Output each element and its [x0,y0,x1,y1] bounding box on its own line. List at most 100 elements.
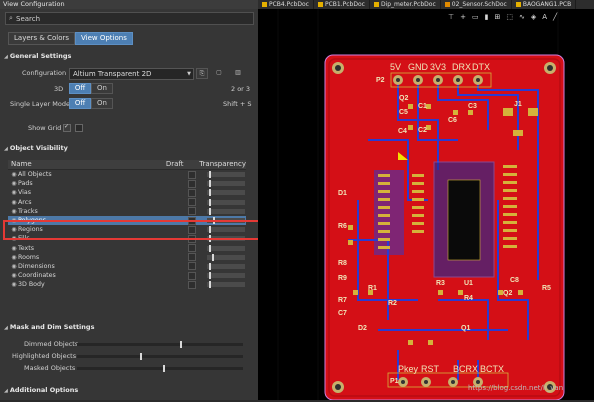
ref-p2: P2 [376,77,385,84]
chart-icon[interactable]: ▮ [485,13,489,21]
grid-settings-button[interactable] [75,124,83,132]
dimmed-objects-slider[interactable] [77,341,243,348]
slider-knob[interactable] [209,272,212,280]
doc-tab-dip-meter[interactable]: Dip_meter.PcbDoc [370,0,441,9]
transparency-slider[interactable] [207,244,245,252]
eye-icon[interactable]: ◉ [8,208,18,215]
table-row[interactable]: ◉ Rooms [8,253,246,262]
transparency-slider[interactable] [207,262,245,270]
ref-p1: P1 [390,378,399,385]
transparency-slider[interactable] [207,207,245,215]
table-row[interactable]: ◉ Tracks [8,207,246,216]
draft-checkbox[interactable] [188,271,196,280]
view-3d-toggle[interactable]: Off On [69,83,113,94]
object-visibility-header[interactable]: ◢ Object Visibility [4,144,68,152]
additional-options-header[interactable]: ◢ Additional Options [4,386,78,394]
table-row[interactable]: ◉ Coordinates [8,271,246,280]
draft-checkbox[interactable] [188,198,196,207]
table-row[interactable]: ◉ 3D Body [8,280,246,289]
polygon-icon[interactable]: ◈ [531,13,536,21]
slider-knob[interactable] [209,244,212,252]
line-icon[interactable]: ╱ [553,13,557,21]
table-row[interactable]: ◉ Pads [8,179,246,188]
eye-icon[interactable]: ◉ [8,180,18,187]
slider-knob[interactable] [179,341,182,348]
eye-icon[interactable]: ◉ [8,189,18,196]
configuration-select[interactable]: Altium Transparent 2D ▼ [69,68,194,80]
single-layer-toggle[interactable]: Off On [69,98,113,109]
eye-icon[interactable]: ◉ [8,281,18,288]
slider-knob[interactable] [209,198,212,206]
table-row[interactable]: ◉ Texts [8,244,246,253]
transparency-slider[interactable] [207,189,245,197]
tab-layers-colors[interactable]: Layers & Colors [8,32,75,45]
slider-knob[interactable] [209,180,212,188]
transparency-slider[interactable] [207,281,245,289]
single-layer-on[interactable]: On [91,98,113,109]
draft-checkbox[interactable] [188,179,196,188]
slider-knob[interactable] [140,353,143,360]
ref-c6: C6 [448,117,457,124]
add-icon[interactable]: + [460,13,466,21]
slider-knob[interactable] [209,281,212,289]
doc-tab-pcb4[interactable]: PCB4.PcbDoc [258,0,314,9]
table-row[interactable]: ◉ All Objects [8,170,246,179]
transparency-slider[interactable] [207,272,245,280]
draft-checkbox[interactable] [188,207,196,216]
view-3d-on[interactable]: On [91,83,113,94]
show-grid-checkbox[interactable]: ✓ [63,123,71,132]
ref-r2: R2 [388,300,397,307]
pcb-canvas[interactable]: 5V GND 3V3 DRX DTX Pkey RST BCRX BCTX P2… [258,0,594,401]
single-layer-off[interactable]: Off [69,98,91,109]
search-input[interactable]: ⌕ Search [5,12,254,25]
ref-u1: U1 [464,280,473,287]
slider-knob[interactable] [209,262,212,270]
slider-knob[interactable] [211,253,214,261]
eye-icon[interactable]: ◉ [8,263,18,270]
slider-knob[interactable] [163,365,166,372]
draft-checkbox[interactable] [188,262,196,271]
eye-icon[interactable]: ◉ [8,272,18,279]
transparency-slider[interactable] [207,198,245,206]
general-settings-header[interactable]: ◢ General Settings [4,52,71,60]
table-row[interactable]: ◉ Dimensions [8,262,246,271]
place-icon[interactable]: ⬚ [506,13,513,21]
object-name: Coordinates [18,272,56,280]
doc-tab-sensor[interactable]: 02_Sensor.SchDoc [441,0,512,9]
doc-tab-pcb1[interactable]: PCB1.PcbDoc [314,0,370,9]
object-name: Tracks [18,207,38,215]
eye-icon[interactable]: ◉ [8,199,18,206]
draft-checkbox[interactable] [188,253,196,262]
transparency-slider[interactable] [207,171,245,179]
doc-tab-baogang[interactable]: BAOGANG1.PCB [512,0,577,9]
select-icon[interactable]: ▭ [472,13,479,21]
slider-knob[interactable] [209,207,212,215]
align-icon[interactable]: ⊞ [494,13,500,21]
draft-checkbox[interactable] [188,244,196,253]
mask-dim-header[interactable]: ◢ Mask and Dim Settings [4,323,94,331]
eye-icon[interactable]: ◉ [8,245,18,252]
slider-knob[interactable] [209,189,212,197]
draft-checkbox[interactable] [188,170,196,179]
draft-checkbox[interactable] [188,188,196,197]
view-3d-off[interactable]: Off [69,83,91,94]
transparency-slider[interactable] [207,180,245,188]
tab-view-options[interactable]: View Options [75,32,133,45]
draft-checkbox[interactable] [188,280,196,289]
text-icon[interactable]: A [542,13,547,21]
eye-icon[interactable]: ◉ [8,171,18,178]
transparency-slider[interactable] [207,253,245,261]
slider-knob[interactable] [209,171,212,179]
table-row[interactable]: ◉ Arcs [8,198,246,207]
filter-icon[interactable]: ⊤ [448,13,454,21]
delete-icon[interactable]: ▥ [233,68,243,77]
masked-objects-slider[interactable] [77,365,243,372]
col-draft: Draft [165,160,184,168]
route-icon[interactable]: ∿ [519,13,525,21]
save-config-icon[interactable]: ⎘ [196,68,208,79]
pcb-label-bcrx: BCRX [453,364,478,374]
highlighted-objects-slider[interactable] [77,353,243,360]
eye-icon[interactable]: ◉ [8,254,18,261]
copy-icon[interactable]: ▢ [214,68,224,77]
table-row[interactable]: ◉ Vias [8,188,246,197]
